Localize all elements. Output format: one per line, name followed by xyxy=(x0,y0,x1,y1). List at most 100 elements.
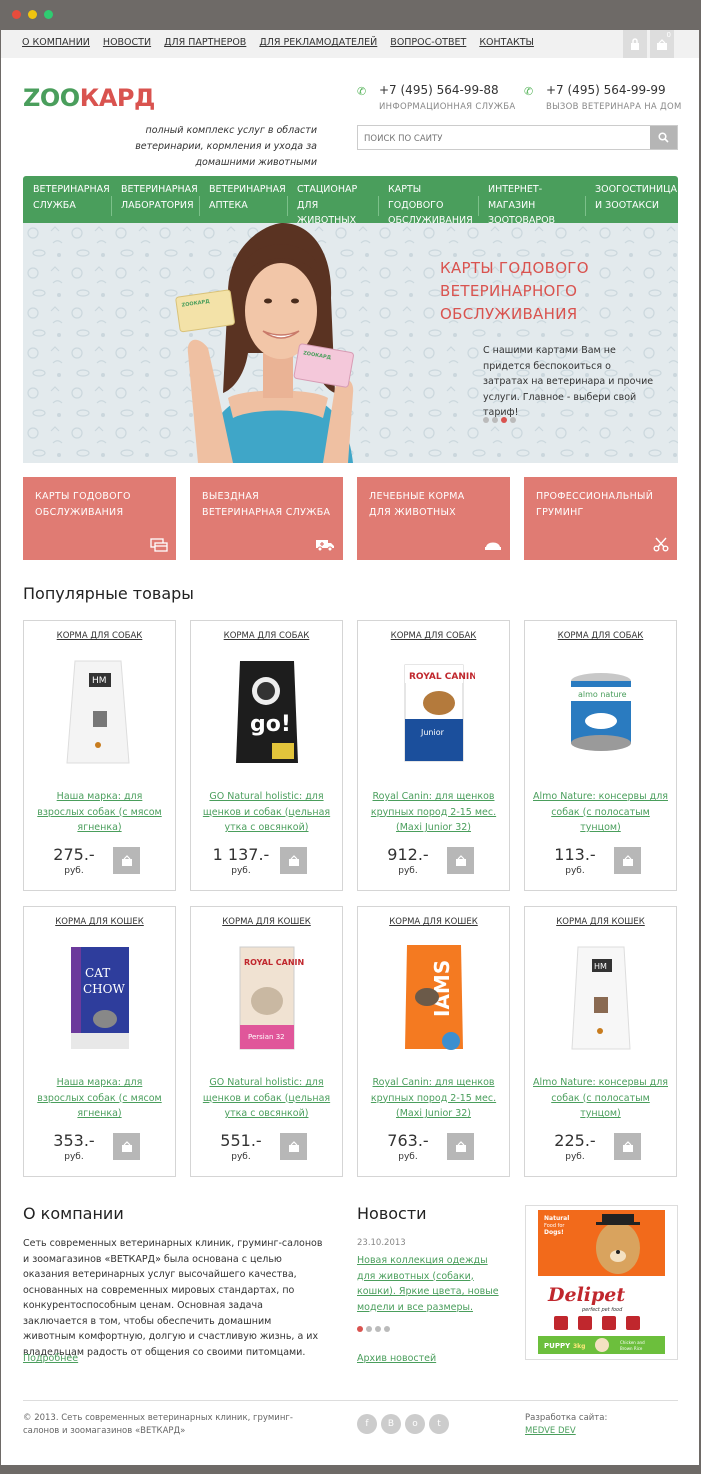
nav-line1: КАРТЫ ГОДОВОГО xyxy=(388,184,444,211)
top-nav-contacts[interactable]: КОНТАКТЫ xyxy=(479,37,534,48)
product-name-link[interactable]: Royal Canin: для щенков крупных пород 2-… xyxy=(366,789,501,836)
add-to-cart-button[interactable] xyxy=(280,1133,307,1160)
product-card[interactable]: КОРМА ДЛЯ КОШЕК ROYAL CANIN Persian 32 GO N… xyxy=(190,906,343,1177)
product-name-link[interactable]: Наша марка: для взрослых собак (с мясом … xyxy=(32,789,167,836)
hero-title-line: ОБСЛУЖИВАНИЯ xyxy=(440,305,578,323)
add-to-cart-button[interactable] xyxy=(113,1133,140,1160)
close-window-dot[interactable] xyxy=(12,10,21,19)
main-nav-vet-service[interactable]: ВЕТЕРИНАРНАЯ СЛУЖБА xyxy=(23,176,111,223)
product-card[interactable]: КОРМА ДЛЯ СОБАК go! GO Natural holistic: д… xyxy=(190,620,343,891)
product-image[interactable]: CAT CHOW xyxy=(59,937,141,1057)
news-dot[interactable] xyxy=(366,1326,372,1332)
basket-icon xyxy=(288,1141,299,1152)
login-button[interactable] xyxy=(623,30,647,58)
news-archive-link[interactable]: Архив новостей xyxy=(357,1353,436,1364)
product-price: 1 137.- xyxy=(212,845,270,864)
product-name-link[interactable]: Almo Nature: консервы для собак (с полос… xyxy=(533,1075,668,1122)
product-category-link[interactable]: КОРМА ДЛЯ СОБАК xyxy=(525,631,676,641)
top-nav-advertisers[interactable]: ДЛЯ РЕКЛАМОДАТЕЛЕЙ xyxy=(259,37,377,48)
main-nav-hospital[interactable]: СТАЦИОНАР ДЛЯ ЖИВОТНЫХ xyxy=(287,176,378,226)
slide-dot[interactable] xyxy=(492,417,498,423)
about-more-link[interactable]: Подробнее xyxy=(23,1353,78,1364)
product-image[interactable]: ROYAL CANIN Junior xyxy=(393,651,475,771)
twitter-icon[interactable]: t xyxy=(429,1414,449,1434)
product-name-link[interactable]: GO Natural holistic: для щенков и собак … xyxy=(199,1075,334,1122)
product-name-link[interactable]: GO Natural holistic: для щенков и собак … xyxy=(199,789,334,836)
product-image[interactable]: HM xyxy=(560,937,642,1057)
feature-medical-food[interactable]: ЛЕЧЕБНЫЕ КОРМА ДЛЯ ЖИВОТНЫХ xyxy=(357,477,510,560)
top-nav-partners[interactable]: ДЛЯ ПАРТНЕРОВ xyxy=(164,37,246,48)
product-image[interactable]: almo nature xyxy=(560,651,642,771)
main-nav-vet-lab[interactable]: ВЕТЕРИНАРНАЯ ЛАБОРАТОРИЯ xyxy=(111,176,199,223)
product-name-link[interactable]: Royal Canin: для щенков крупных пород 2-… xyxy=(366,1075,501,1122)
minimize-window-dot[interactable] xyxy=(28,10,37,19)
vkontakte-icon[interactable]: B xyxy=(381,1414,401,1434)
top-nav-about[interactable]: О КОМПАНИИ xyxy=(22,37,90,48)
main-nav-hotel[interactable]: ЗООГОСТИНИЦА И ЗООТАКСИ xyxy=(585,176,678,223)
basket-icon xyxy=(622,855,633,866)
cart-button[interactable]: 0 xyxy=(650,30,674,58)
search-input[interactable] xyxy=(358,127,648,151)
slide-dot[interactable] xyxy=(510,417,516,423)
add-to-cart-button[interactable] xyxy=(614,1133,641,1160)
product-card[interactable]: КОРМА ДЛЯ КОШЕК IAMS Royal Canin: для щенк… xyxy=(357,906,510,1177)
feature-grooming[interactable]: ПРОФЕССИОНАЛЬНЫЙ ГРУМИНГ xyxy=(524,477,677,560)
product-name-link[interactable]: Наша марка: для взрослых собак (с мясом … xyxy=(32,1075,167,1122)
top-nav-faq[interactable]: ВОПРОС-ОТВЕТ xyxy=(390,37,466,48)
news-dot[interactable] xyxy=(384,1326,390,1332)
search-button[interactable] xyxy=(650,126,677,149)
product-card[interactable]: КОРМА ДЛЯ СОБАК ROYAL CANIN Junior Royal Ca… xyxy=(357,620,510,891)
banner-weight: 3kg xyxy=(573,1343,585,1350)
delipet-banner[interactable]: Natural Food for Dogs! Delipet perfect p… xyxy=(525,1205,678,1360)
developer-link[interactable]: MEDVE DEV xyxy=(525,1426,576,1436)
news-dot-active[interactable] xyxy=(357,1326,363,1332)
product-image[interactable]: IAMS xyxy=(393,937,475,1057)
product-category-link[interactable]: КОРМА ДЛЯ КОШЕК xyxy=(191,917,342,927)
product-card[interactable]: КОРМА ДЛЯ СОБАК almo nature Almo Nature: к… xyxy=(524,620,677,891)
product-category-link[interactable]: КОРМА ДЛЯ СОБАК xyxy=(24,631,175,641)
feature-line: ПРОФЕССИОНАЛЬНЫЙ xyxy=(536,491,654,502)
product-image[interactable]: ROYAL CANIN Persian 32 xyxy=(226,937,308,1057)
add-to-cart-button[interactable] xyxy=(447,1133,474,1160)
product-category-link[interactable]: КОРМА ДЛЯ КОШЕК xyxy=(525,917,676,927)
odnoklassniki-icon[interactable]: о xyxy=(405,1414,425,1434)
cart-count: 0 xyxy=(666,31,671,39)
maximize-window-dot[interactable] xyxy=(44,10,53,19)
phone-vet-number[interactable]: +7 (495) 564-99-99 xyxy=(524,83,682,97)
main-nav-cards[interactable]: КАРТЫ ГОДОВОГО ОБСЛУЖИВАНИЯ xyxy=(378,176,478,226)
product-category-link[interactable]: КОРМА ДЛЯ СОБАК xyxy=(358,631,509,641)
add-to-cart-button[interactable] xyxy=(280,847,307,874)
product-card[interactable]: КОРМА ДЛЯ КОШЕК HM Almo Nature: консервы д… xyxy=(524,906,677,1177)
banner-slogan: perfect pet food xyxy=(581,1307,623,1313)
nav-line1: ЗООГОСТИНИЦА xyxy=(595,184,677,195)
product-currency: руб. xyxy=(231,866,251,876)
phone-info-number[interactable]: +7 (495) 564-99-88 xyxy=(357,83,516,97)
nav-separator xyxy=(378,196,379,216)
feature-cards[interactable]: КАРТЫ ГОДОВОГО ОБСЛУЖИВАНИЯ xyxy=(23,477,176,560)
lock-icon xyxy=(631,38,639,50)
hero-title: КАРТЫ ГОДОВОГО ВЕТЕРИНАРНОГО ОБСЛУЖИВАНИ… xyxy=(440,257,640,326)
product-image[interactable]: HM xyxy=(59,651,141,771)
add-to-cart-button[interactable] xyxy=(447,847,474,874)
product-image[interactable]: go! xyxy=(226,651,308,771)
product-category-link[interactable]: КОРМА ДЛЯ КОШЕК xyxy=(24,917,175,927)
news-dot[interactable] xyxy=(375,1326,381,1332)
product-category-link[interactable]: КОРМА ДЛЯ СОБАК xyxy=(191,631,342,641)
top-nav-news[interactable]: НОВОСТИ xyxy=(103,37,151,48)
add-to-cart-button[interactable] xyxy=(113,847,140,874)
product-card[interactable]: КОРМА ДЛЯ СОБАК HM Наша марка: для взрослы… xyxy=(23,620,176,891)
slide-dot[interactable] xyxy=(483,417,489,423)
main-nav-vet-pharmacy[interactable]: ВЕТЕРИНАРНАЯ АПТЕКА xyxy=(199,176,287,223)
main-nav-shop[interactable]: ИНТЕРНЕТ-МАГАЗИН ЗООТОВАРОВ xyxy=(478,176,585,226)
add-to-cart-button[interactable] xyxy=(614,847,641,874)
news-link[interactable]: Новая коллекция одежды для животных (соб… xyxy=(357,1253,507,1315)
product-name-link[interactable]: Almo Nature: консервы для собак (с полос… xyxy=(533,789,668,836)
product-card[interactable]: КОРМА ДЛЯ КОШЕК CAT CHOW Наша марка: для вз… xyxy=(23,906,176,1177)
slide-dot-active[interactable] xyxy=(501,417,507,423)
site-logo[interactable]: ZOOКАРД xyxy=(23,84,155,112)
feature-mobile-vet[interactable]: ВЫЕЗДНАЯ ВЕТЕРИНАРНАЯ СЛУЖБА xyxy=(190,477,343,560)
facebook-icon[interactable]: f xyxy=(357,1414,377,1434)
hero-slider[interactable]: ZOOКАРД ZOOКАРД КАРТЫ ГОДОВОГО ВЕТЕРИНАР… xyxy=(23,223,678,463)
phone-icon: ✆ xyxy=(524,85,534,98)
product-category-link[interactable]: КОРМА ДЛЯ КОШЕК xyxy=(358,917,509,927)
